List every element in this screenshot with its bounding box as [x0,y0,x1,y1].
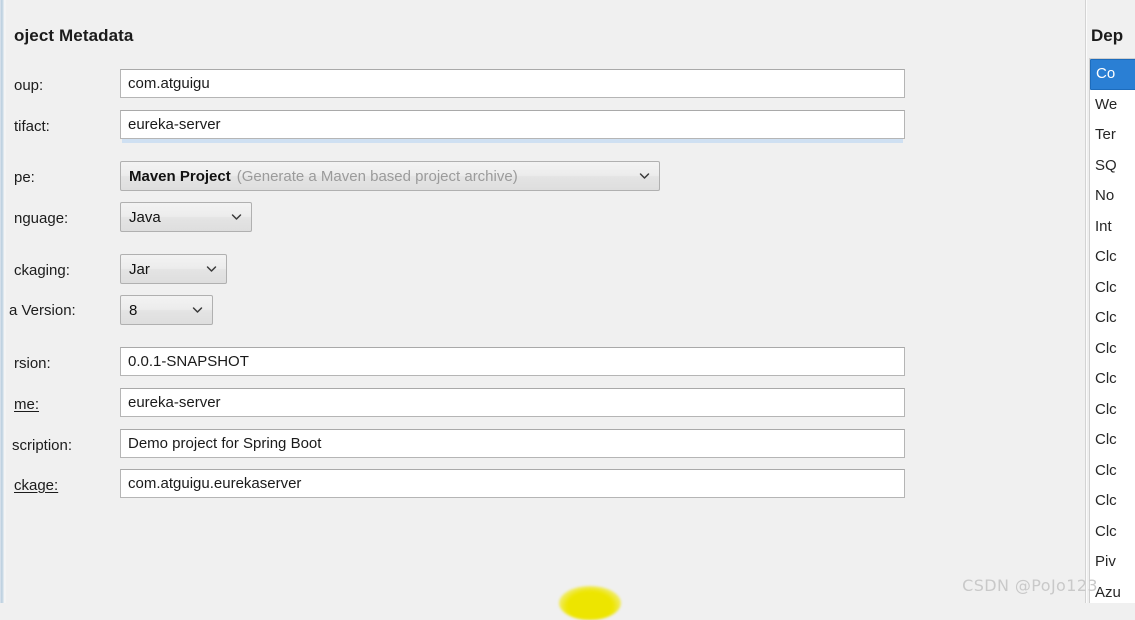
artifact-label: tifact: [14,118,50,135]
description-label: scription: [12,437,73,454]
version-label: rsion: [14,355,51,372]
dependency-item[interactable]: SQ [1090,150,1135,181]
dependency-item[interactable]: No [1090,181,1135,212]
group-input[interactable]: com.atguigu [120,69,905,98]
dependency-item[interactable]: Clc [1090,394,1135,425]
packaging-label: ckaging: [14,262,70,279]
package-label-text: ckage: [14,477,59,494]
dependency-item[interactable]: Ter [1090,120,1135,151]
chevron-down-icon [639,171,650,182]
name-label: me: [14,397,39,412]
pane-divider-highlight [1086,0,1087,603]
type-combobox-value: Maven Project [129,167,231,185]
dependency-item[interactable]: Clc [1090,425,1135,456]
dependency-item[interactable]: Int [1090,211,1135,242]
dependency-item[interactable]: Piv [1090,547,1135,578]
java-version-combobox[interactable]: 8 [120,295,213,325]
type-label: pe: [14,169,35,186]
dependency-item[interactable]: Clc [1090,242,1135,273]
language-label: nguage: [14,210,69,227]
java-version-combobox-value: 8 [129,301,138,319]
page-title: oject Metadata [14,26,134,45]
chevron-down-icon [206,264,217,275]
package-input[interactable]: com.atguigu.eurekaserver [120,469,905,498]
language-combobox-value: Java [129,208,161,226]
dependency-item[interactable]: Clc [1090,272,1135,303]
type-combobox[interactable]: Maven Project (Generate a Maven based pr… [120,161,660,191]
dependency-item[interactable]: Clc [1090,486,1135,517]
dependency-item[interactable]: We [1090,89,1135,120]
dependency-item[interactable]: Clc [1090,455,1135,486]
description-input[interactable]: Demo project for Spring Boot [120,429,905,458]
highlight-annotation [559,586,621,620]
artifact-input[interactable]: eureka-server [120,110,905,139]
name-input[interactable]: eureka-server [120,388,905,417]
type-combobox-hint: (Generate a Maven based project archive) [236,167,518,185]
dependencies-list[interactable]: Co We Ter SQ No Int Clc Clc Clc Clc Clc Clc Clc Clc Cl… [1089,58,1135,603]
new-project-wizard-dialog: oject Metadata oup: com.atguigu tifact: … [0,0,1135,620]
java-version-label: a Version: [9,302,76,319]
chevron-down-icon [192,305,203,316]
version-input[interactable]: 0.0.1-SNAPSHOT [120,347,905,376]
name-label-text: me: [14,396,40,413]
artifact-input-focus-underline [122,139,903,143]
project-metadata-pane: oject Metadata oup: com.atguigu tifact: … [0,0,1080,603]
dependency-item[interactable]: Clc [1090,303,1135,334]
group-label: oup: [14,77,44,94]
dependencies-pane: Dep Co We Ter SQ No Int Clc Clc Clc Clc Clc Clc Clc C… [1080,0,1135,603]
packaging-combobox-value: Jar [129,260,150,278]
package-label: ckage: [14,478,58,493]
chevron-down-icon [231,212,242,223]
packaging-combobox[interactable]: Jar [120,254,227,284]
language-combobox[interactable]: Java [120,202,252,232]
dependency-item[interactable]: Clc [1090,333,1135,364]
dependency-item[interactable]: Clc [1090,364,1135,395]
dependency-item[interactable]: Co [1090,59,1135,90]
dependencies-title: Dep [1091,26,1124,45]
watermark: CSDN @PoJo123 [962,576,1098,595]
dependency-item[interactable]: Clc [1090,516,1135,547]
